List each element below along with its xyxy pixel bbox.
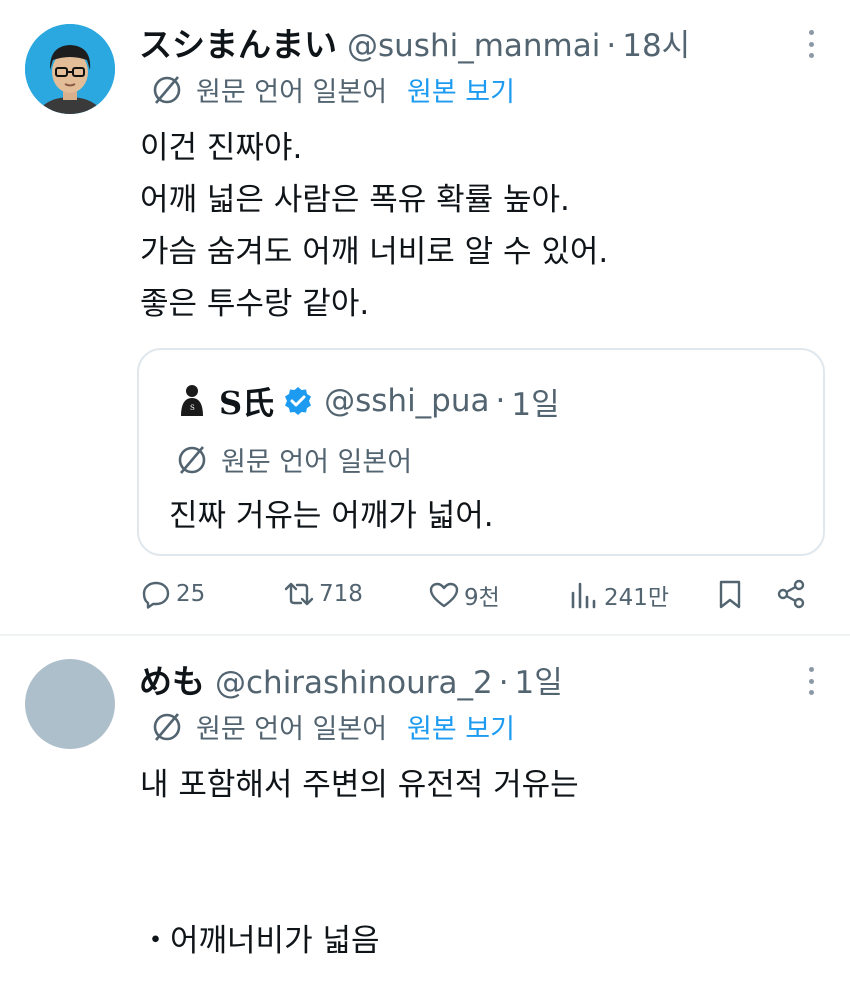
- avatar-image: [25, 24, 115, 114]
- retweet-icon: [284, 582, 314, 606]
- bullet-marker: ・: [140, 975, 171, 984]
- translate-label: 원문 언어 일본어: [196, 77, 388, 108]
- bullet-item: ・ 상반신이 두껍다(뼈가 두꺼움): [140, 975, 579, 984]
- user-handle[interactable]: @sushi_manmai: [347, 28, 600, 64]
- tweet[interactable]: スシまんまい @sushi_manmai · 18시 원문 언어 일본어 원본 …: [0, 0, 850, 635]
- show-original-link[interactable]: 원본 보기: [407, 707, 515, 746]
- more-options-icon[interactable]: [808, 30, 814, 58]
- bullet-text: 상반신이 두껍다(뼈가 두꺼움): [170, 975, 556, 984]
- heart-icon: [429, 582, 459, 608]
- translate-label: 원문 언어 일본어: [221, 447, 413, 478]
- views-button[interactable]: 241만: [568, 578, 669, 612]
- share-icon: [777, 579, 805, 609]
- quoted-tweet[interactable]: S S氏 @sshi_pua · 1일 원문 언어 일본어 진짜 거유는 어깨가…: [137, 348, 825, 556]
- tweet-text-line: 좋은 투수랑 같아.: [140, 286, 370, 322]
- reply-count: 25: [176, 581, 206, 607]
- share-button[interactable]: [775, 578, 811, 610]
- avatar[interactable]: [25, 659, 115, 749]
- tweet-header: スシまんまい @sushi_manmai · 18시: [139, 18, 690, 66]
- separator-dot: ·: [606, 28, 617, 64]
- separator-dot: ·: [498, 665, 509, 701]
- verified-badge-icon: [285, 387, 312, 415]
- bookmark-button[interactable]: [714, 578, 750, 610]
- translation-notice: 원문 언어 일본어 원본 보기: [150, 707, 515, 746]
- tweet-text-line: 가슴 숨겨도 어깨 너비로 알 수 있어.: [140, 234, 609, 270]
- retweet-button[interactable]: 718: [283, 578, 363, 610]
- tweet-text-line: 이건 진짜야.: [140, 130, 303, 166]
- quote-avatar-image: S: [181, 385, 203, 416]
- action-bar: 25 718 9천 241만: [0, 578, 850, 618]
- quote-display-name[interactable]: S氏: [219, 378, 274, 424]
- like-button[interactable]: 9천: [428, 578, 500, 612]
- separator-dot: ·: [495, 383, 506, 419]
- view-count: 241만: [604, 585, 670, 611]
- avatar[interactable]: [25, 24, 115, 114]
- views-chart-icon: [571, 582, 596, 609]
- like-count: 9천: [464, 585, 500, 611]
- tweet-text-line: 내 포함해서 주변의 유전적 거유는: [140, 767, 579, 803]
- tweet-text-line: 어깨 넓은 사람은 폭유 확률 높아.: [140, 182, 570, 218]
- translate-globe-icon: [178, 445, 206, 474]
- retweet-count: 718: [319, 581, 363, 607]
- show-original-link[interactable]: 원본 보기: [407, 70, 515, 109]
- quote-timestamp[interactable]: 1일: [511, 379, 559, 424]
- tweet-text: 이건 진짜야. 어깨 넓은 사람은 폭유 확률 높아. 가슴 숨겨도 어깨 너비…: [140, 122, 608, 330]
- tweet-divider: [0, 634, 850, 636]
- reply-icon: [142, 581, 170, 609]
- quote-header: S氏 @sshi_pua · 1일: [219, 378, 560, 424]
- quote-translation-notice: 원문 언어 일본어: [175, 440, 412, 479]
- quote-text: 진짜 거유는 어깨가 넓어.: [169, 498, 494, 534]
- quote-handle[interactable]: @sshi_pua: [324, 383, 489, 419]
- translation-notice: 원문 언어 일본어 원본 보기: [150, 70, 515, 109]
- more-options-icon[interactable]: [808, 667, 814, 695]
- tweet[interactable]: めも @chirashinoura_2 · 1일 원문 언어 일본어 원본 보기…: [0, 637, 850, 984]
- timestamp[interactable]: 1일: [515, 657, 563, 702]
- svg-text:S: S: [190, 404, 195, 412]
- translate-globe-icon: [153, 75, 181, 104]
- translate-globe-icon: [153, 712, 181, 741]
- timestamp[interactable]: 18시: [622, 20, 690, 65]
- translate-label: 원문 언어 일본어: [196, 714, 388, 745]
- quote-avatar: S: [175, 382, 209, 416]
- display-name[interactable]: めも: [139, 655, 205, 703]
- tweet-text: 내 포함해서 주변의 유전적 거유는 ・ 어깨너비가 넓음 ・ 상반신이 두껍다…: [140, 759, 579, 984]
- bullet-text: 어깨너비가 넓음: [170, 923, 380, 959]
- tweet-header: めも @chirashinoura_2 · 1일: [139, 655, 563, 703]
- bullet-item: ・ 어깨너비가 넓음: [140, 915, 579, 967]
- display-name[interactable]: スシまんまい: [139, 18, 337, 66]
- user-handle[interactable]: @chirashinoura_2: [215, 665, 493, 701]
- bookmark-icon: [719, 580, 741, 609]
- reply-button[interactable]: 25: [140, 578, 205, 610]
- bullet-marker: ・: [140, 923, 171, 959]
